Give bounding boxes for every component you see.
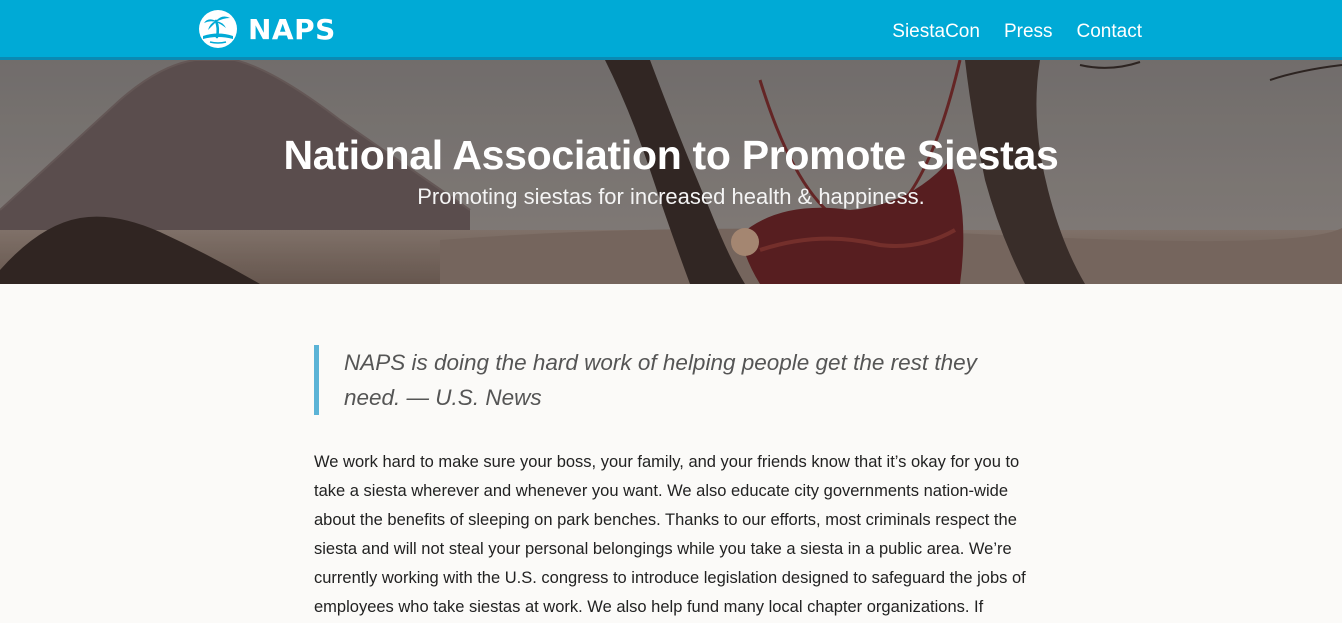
home-logo-link[interactable]: NAPS [198,9,336,49]
main-content: NAPS is doing the hard work of helping p… [314,284,1030,622]
top-navigation-bar: NAPS SiestaCon Press Contact [0,0,1342,60]
page-title: National Association to Promote Siestas [283,132,1059,178]
page-subtitle: Promoting siestas for increased health &… [417,184,925,209]
nav-link-siestacon[interactable]: SiestaCon [892,20,980,44]
press-quote: NAPS is doing the hard work of helping p… [314,345,1004,415]
nav-link-contact[interactable]: Contact [1077,20,1142,44]
brand-name: NAPS [248,12,336,46]
hero-banner: National Association to Promote Siestas … [0,60,1342,284]
intro-paragraph: We work hard to make sure your boss, you… [314,453,1026,616]
main-nav: SiestaCon Press Contact [868,20,1142,44]
palm-tree-island-icon [199,10,237,48]
nav-link-press[interactable]: Press [1004,20,1053,44]
